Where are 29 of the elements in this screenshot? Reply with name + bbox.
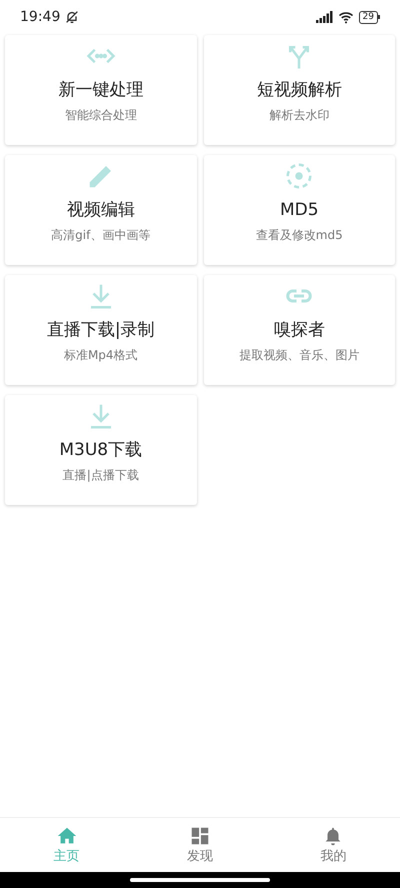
feature-card[interactable]: 直播下载|录制 标准Mp4格式 <box>5 275 196 385</box>
feature-card[interactable]: M3U8下载 直播|点播下载 <box>5 395 196 505</box>
feature-card[interactable]: 嗅探者 提取视频、音乐、图片 <box>204 275 395 385</box>
card-title: 视频编辑 <box>66 199 135 221</box>
feature-card[interactable]: 视频编辑 高清gif、画中画等 <box>5 155 196 265</box>
card-subtitle: 解析去水印 <box>269 107 330 123</box>
nav-tab[interactable]: 发现 <box>133 818 267 872</box>
feature-card[interactable]: MD5 查看及修改md5 <box>204 155 395 265</box>
nav-tab[interactable]: 我的 <box>266 818 400 872</box>
bell-muted-icon <box>64 9 80 25</box>
card-title: M3U8下载 <box>59 439 142 461</box>
feature-card[interactable]: 新一键处理 智能综合处理 <box>5 35 196 145</box>
card-subtitle: 高清gif、画中画等 <box>51 227 150 243</box>
card-subtitle: 智能综合处理 <box>64 107 137 123</box>
card-subtitle: 标准Mp4格式 <box>64 347 138 363</box>
card-subtitle: 查看及修改md5 <box>256 227 343 243</box>
card-title: 嗅探者 <box>274 319 325 341</box>
card-subtitle: 提取视频、音乐、图片 <box>239 347 360 363</box>
card-subtitle: 直播|点播下载 <box>62 467 139 483</box>
card-title: 新一键处理 <box>58 79 144 101</box>
target-icon <box>284 161 314 191</box>
card-title: MD5 <box>280 199 319 221</box>
status-time: 19:49 <box>20 8 60 26</box>
card-title: 短视频解析 <box>256 79 342 101</box>
card-title: 直播下载|录制 <box>46 319 155 341</box>
signal-icon <box>316 11 333 23</box>
feature-card[interactable]: 短视频解析 解析去水印 <box>204 35 395 145</box>
wifi-icon <box>338 10 354 24</box>
battery-indicator: 29 <box>358 10 380 24</box>
